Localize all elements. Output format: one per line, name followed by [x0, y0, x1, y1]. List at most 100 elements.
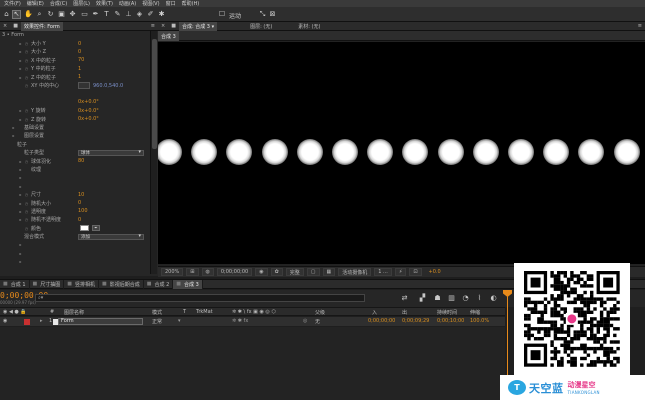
roi-icon[interactable]: ▢	[306, 268, 320, 276]
quality-dropdown[interactable]: 完整	[285, 268, 304, 276]
panel-close-icon[interactable]: ×	[0, 22, 10, 31]
expand-triangle-icon[interactable]: ▸	[18, 108, 23, 113]
expand-triangle-icon[interactable]: ▸	[11, 125, 16, 130]
brainstorm-icon[interactable]: ◐	[489, 294, 498, 302]
property-row[interactable]: ▸	[0, 174, 150, 182]
property-row[interactable]: 粒子	[0, 140, 150, 148]
expand-triangle-icon[interactable]: ▸	[18, 251, 23, 256]
property-row[interactable]: ▸ 图层设置	[0, 132, 150, 140]
property-row[interactable]: ▸ 纹理	[0, 165, 150, 173]
stopwatch-icon[interactable]: ◷	[24, 49, 29, 54]
property-row[interactable]: ▸ ◷ Z 旋转 0x+0.0°	[0, 115, 150, 123]
expand-triangle-icon[interactable]: ▸	[18, 175, 23, 180]
property-value[interactable]: 0	[78, 217, 81, 223]
property-row[interactable]: ▸ ◷ 随机不透明度 0	[0, 216, 150, 224]
timeline-tab[interactable]: ■ 合成 1	[0, 279, 30, 289]
column-parent[interactable]: 父级	[315, 309, 325, 316]
snapshot-icon[interactable]: ◉	[255, 268, 268, 276]
camera-tool-icon[interactable]: ▣	[57, 10, 66, 19]
property-row[interactable]: ▸	[0, 241, 150, 249]
transparency-grid-icon[interactable]: ▦	[322, 268, 336, 276]
panel-lock-icon[interactable]: ■	[10, 22, 21, 31]
layer-switch-icons[interactable]: ✲ ✱ fx	[232, 318, 248, 324]
zoom-dropdown[interactable]: 200%	[161, 268, 184, 276]
tab-effect-controls[interactable]: 效果控件: Form	[20, 21, 63, 31]
fast-preview-icon[interactable]: ⚡	[394, 268, 407, 276]
layer-switches-icons[interactable]: ✲ ✱ \ fx ▣ ◉ ◎ ⬡	[232, 309, 276, 315]
visibility-toggle-icon[interactable]: ◉	[3, 318, 7, 324]
stopwatch-icon[interactable]: ◷	[24, 41, 29, 46]
property-value[interactable]: 1	[78, 66, 81, 72]
checkbox-icon[interactable]: ☐	[218, 10, 226, 19]
tab-close-icon[interactable]: ■	[147, 281, 152, 287]
tab-close-icon[interactable]: ■	[3, 281, 8, 287]
timeline-tab[interactable]: ■ 影视后期合成	[99, 279, 144, 289]
property-value[interactable]: 0	[78, 41, 81, 47]
expand-triangle-icon[interactable]: ▸	[18, 75, 23, 80]
av-switches-icon[interactable]: ◉ ◀ ● 🔒	[3, 309, 27, 315]
draft-3d-icon[interactable]: ▞	[418, 294, 427, 302]
property-value[interactable]: 70	[78, 57, 84, 63]
stopwatch-icon[interactable]: ◷	[24, 209, 29, 214]
property-row[interactable]: ▸ ◷ X 中的粒子 70	[0, 56, 150, 64]
eraser-tool-icon[interactable]: ◈	[135, 10, 144, 19]
exposure-value[interactable]: +0.0	[425, 268, 445, 276]
grid-icon[interactable]: ⊞	[186, 268, 199, 276]
property-value[interactable]: 100	[78, 208, 88, 214]
menu-item[interactable]: 图层(L)	[73, 0, 90, 7]
property-row[interactable]: ▸	[0, 249, 150, 257]
viewer-timecode[interactable]: 0;00;00;00	[216, 268, 253, 276]
color-swatch[interactable]	[80, 225, 89, 232]
property-row[interactable]: 混合模式 添加	[0, 232, 150, 240]
expand-triangle-icon[interactable]: ▸	[18, 209, 23, 214]
layer-parent-dropdown[interactable]: 无	[315, 318, 320, 325]
panel-lock-icon[interactable]: ■	[168, 22, 179, 31]
timeline-tab[interactable]: ■ 合成 2	[144, 279, 174, 289]
effect-panel-scrollbar[interactable]	[150, 31, 157, 274]
property-row[interactable]: ▸ ◷ Y 中的粒子 1	[0, 65, 150, 73]
property-row[interactable]: ▸	[0, 182, 150, 190]
property-row[interactable]	[0, 90, 150, 98]
layer-out-time[interactable]: 0;00;09;29	[402, 318, 429, 324]
menu-item[interactable]: 视图(V)	[142, 0, 159, 7]
property-dropdown[interactable]: 添加	[78, 233, 144, 240]
rectangle-tool-icon[interactable]: ▭	[80, 10, 89, 19]
property-row[interactable]: ▸	[0, 258, 150, 266]
expand-triangle-icon[interactable]: ▸	[18, 201, 23, 206]
layer-stretch[interactable]: 100.0%	[470, 318, 489, 324]
property-row[interactable]: ▸ ◷ 球体羽化 80	[0, 157, 150, 165]
menu-item[interactable]: 帮助(H)	[182, 0, 200, 7]
tab-comp-3[interactable]: 合成 3	[158, 31, 179, 41]
property-value[interactable]: 10	[78, 192, 84, 198]
stopwatch-icon[interactable]: ◷	[24, 75, 29, 80]
pen-tool-icon[interactable]: ✒	[91, 10, 100, 19]
tab-close-icon[interactable]: ■	[176, 281, 181, 287]
property-value[interactable]: 1	[78, 74, 81, 80]
property-row[interactable]: ▸ ◷ 大小 Y 0	[0, 39, 150, 48]
text-tool-icon[interactable]: T	[102, 10, 111, 19]
property-row[interactable]: ▸ ◷ 尺寸 10	[0, 190, 150, 199]
property-value[interactable]: 960.0,540.0	[93, 83, 123, 89]
expand-triangle-icon[interactable]: ▸	[18, 192, 23, 197]
snap-icon[interactable]: ⤡	[258, 10, 267, 19]
panel-menu-icon[interactable]: ≡	[635, 22, 645, 31]
workspace-label[interactable]: 运动	[229, 11, 241, 20]
timeline-tab[interactable]: ■ 竖排相机	[64, 279, 100, 289]
property-value[interactable]: 0	[78, 200, 81, 206]
eyedropper-icon[interactable]: ✒	[92, 225, 100, 232]
property-row[interactable]: ▸ ◷ 随机大小 0	[0, 199, 150, 207]
pan-behind-tool-icon[interactable]: ✥	[68, 10, 77, 19]
magnet-icon[interactable]: ⊠	[268, 10, 277, 19]
stopwatch-icon[interactable]: ◷	[24, 217, 29, 222]
zoom-tool-icon[interactable]: ⌕	[35, 10, 44, 19]
stopwatch-icon[interactable]: ◷	[24, 83, 29, 88]
frame-blending-icon[interactable]: ▥	[447, 294, 456, 302]
menu-item[interactable]: 编辑(E)	[27, 0, 44, 7]
stopwatch-icon[interactable]: ◷	[24, 58, 29, 63]
tab-close-icon[interactable]: ■	[102, 281, 107, 287]
column-layer-name[interactable]: 图层名称	[64, 309, 84, 316]
comp-panel-tab[interactable]: 合成: 合成 3 ▾	[178, 21, 218, 31]
composition-viewer[interactable]	[158, 42, 645, 264]
property-value[interactable]: 0x+0.0°	[78, 108, 99, 114]
tab-close-icon[interactable]: ■	[67, 281, 72, 287]
